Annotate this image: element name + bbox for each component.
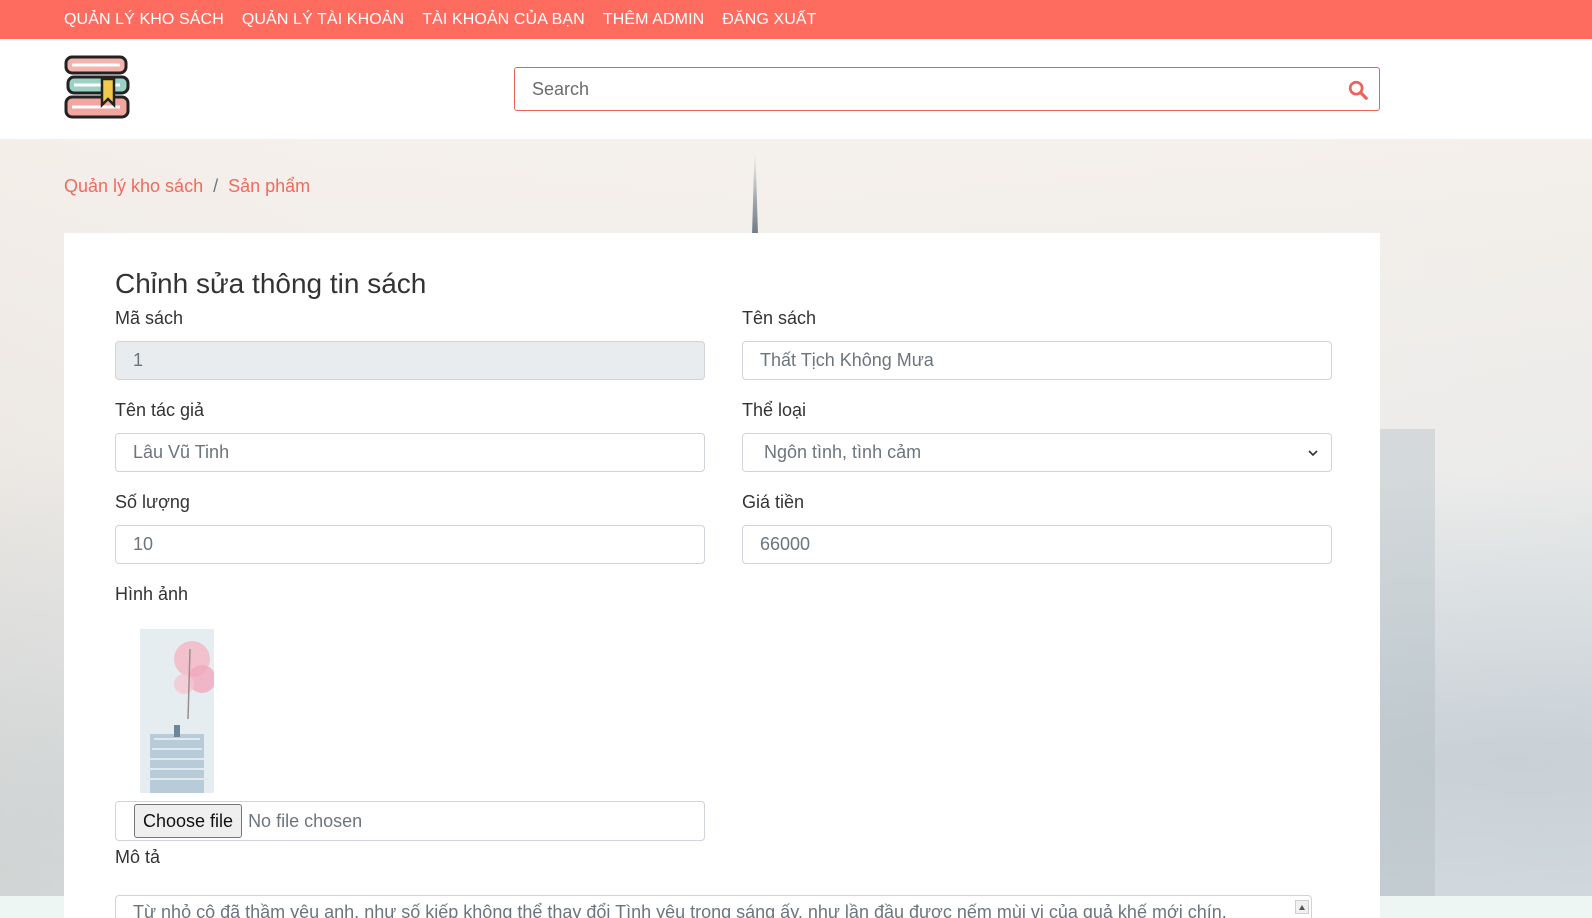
- book-name-field[interactable]: Thất Tịch Không Mưa: [742, 341, 1332, 380]
- building-silhouette: [1375, 429, 1435, 918]
- scroll-up-arrow-icon[interactable]: [1295, 900, 1309, 914]
- category-label: Thể loại: [742, 400, 807, 420]
- search-bar: [514, 67, 1380, 111]
- file-status-text: No file chosen: [248, 810, 363, 831]
- quantity-field[interactable]: 10: [115, 525, 705, 564]
- category-select[interactable]: Ngôn tình, tình cảm: [742, 433, 1332, 472]
- book-name-label: Tên sách: [742, 308, 817, 328]
- breadcrumb-item-products[interactable]: Sản phẩm: [228, 176, 310, 197]
- category-selected-value: Ngôn tình, tình cảm: [764, 442, 922, 462]
- nav-item-logout[interactable]: ĐĂNG XUẤT: [722, 11, 816, 29]
- header: [0, 39, 1592, 139]
- choose-file-button[interactable]: Choose file: [134, 804, 243, 838]
- book-id-field: 1: [115, 341, 705, 380]
- tower-silhouette: [752, 155, 758, 235]
- price-label: Giá tiền: [742, 492, 805, 512]
- chevron-down-icon: [1308, 449, 1318, 456]
- breadcrumb-item-book-management[interactable]: Quản lý kho sách: [64, 176, 203, 197]
- quantity-label: Số lượng: [115, 492, 190, 512]
- author-field[interactable]: Lâu Vũ Tinh: [115, 433, 705, 472]
- book-cover-image: [140, 629, 214, 793]
- author-label: Tên tác giả: [115, 400, 205, 420]
- description-text: Từ nhỏ cô đã thầm yêu anh, như số kiếp k…: [133, 902, 1227, 918]
- price-field[interactable]: 66000: [742, 525, 1332, 564]
- nav-item-book-management[interactable]: QUẢN LÝ KHO SÁCH: [64, 11, 224, 29]
- top-nav: QUẢN LÝ KHO SÁCH QUẢN LÝ TÀI KHOẢN TÀI K…: [0, 0, 1592, 39]
- edit-book-card: Chỉnh sửa thông tin sách Mã sách 1 Tên s…: [64, 233, 1380, 918]
- image-label: Hình ảnh: [115, 584, 189, 604]
- nav-item-your-account[interactable]: TÀI KHOẢN CỦA BẠN: [422, 11, 585, 29]
- nav-item-add-admin[interactable]: THÊM ADMIN: [603, 11, 704, 29]
- breadcrumb-separator: /: [213, 176, 219, 196]
- search-input[interactable]: [515, 68, 1379, 110]
- books-stack-logo[interactable]: [62, 53, 132, 123]
- image-file-input[interactable]: Choose file No file chosen: [115, 801, 705, 841]
- nav-item-account-management[interactable]: QUẢN LÝ TÀI KHOẢN: [242, 11, 404, 29]
- book-id-label: Mã sách: [115, 308, 184, 328]
- breadcrumb: Quản lý kho sách / Sản phẩm: [64, 176, 310, 197]
- description-textarea[interactable]: Từ nhỏ cô đã thầm yêu anh, như số kiếp k…: [115, 895, 1312, 918]
- description-label: Mô tả: [115, 847, 161, 867]
- search-icon[interactable]: [1347, 79, 1369, 101]
- page-title: Chỉnh sửa thông tin sách: [115, 268, 427, 299]
